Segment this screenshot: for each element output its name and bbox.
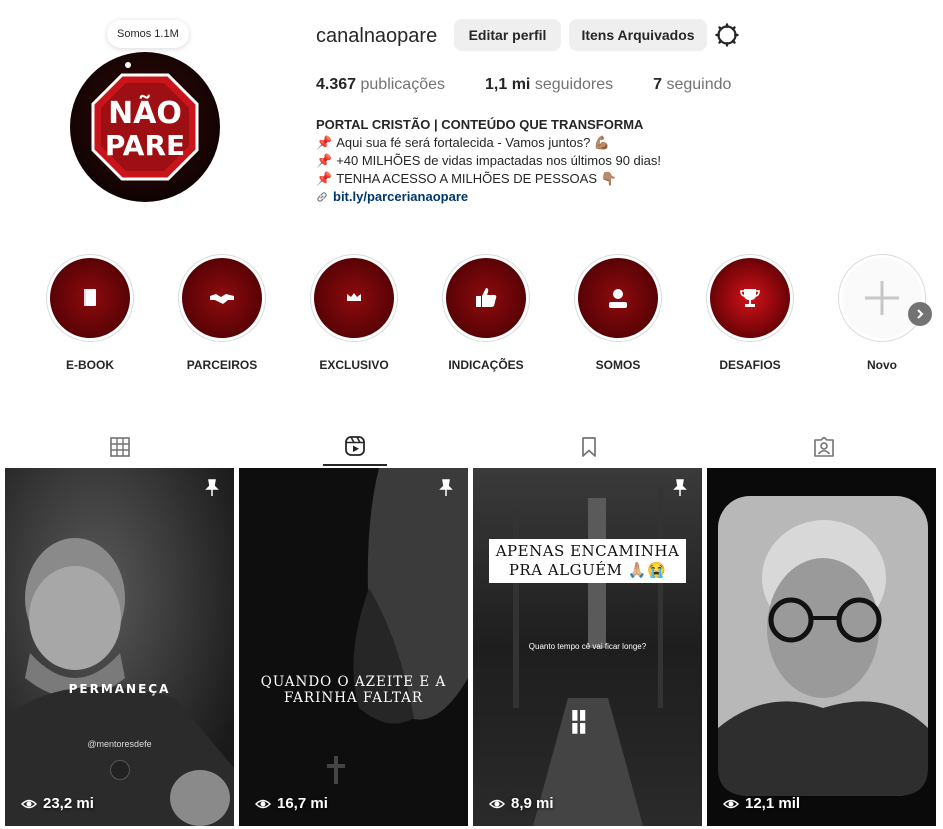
eye-icon xyxy=(255,799,271,808)
person-icon xyxy=(609,289,627,308)
highlight-label: INDICAÇÕES xyxy=(448,358,524,372)
nao-pare-logo-icon: NÃO PARE xyxy=(91,73,199,181)
posts-count: 4.367 publicações xyxy=(316,76,445,93)
reels-grid: PERMANEÇA @mentoresdefe 23,2 mi QUANDO O… xyxy=(5,468,936,826)
following-count[interactable]: 7 seguindo xyxy=(653,76,731,94)
profile-avatar[interactable]: NÃO PARE xyxy=(70,52,222,204)
pushpin-icon: 📌 xyxy=(316,153,333,168)
tab-tagged[interactable] xyxy=(792,428,856,466)
reels-icon xyxy=(345,436,365,456)
profile-display-name: PORTAL CRISTÃO | CONTEÚDO QUE TRANSFORMA xyxy=(316,117,644,132)
highlight-label: PARCEIROS xyxy=(186,358,258,372)
highlight-label: EXCLUSIVO xyxy=(319,358,389,372)
reel-caption: PERMANEÇA xyxy=(68,682,171,696)
reel-views: 23,2 mi xyxy=(21,795,94,812)
story-highlights: E-BOOK PARCEIROS EXCLUSIVO INDICAÇÕES SO… xyxy=(46,254,943,372)
bookmark-icon xyxy=(582,437,596,457)
book-icon xyxy=(84,289,96,306)
reel-thumbnail[interactable]: PERMANEÇA @mentoresdefe 23,2 mi xyxy=(5,468,234,826)
channel-watermark-icon: ▮▮ ▮▮ xyxy=(571,707,587,736)
profile-note[interactable]: Somos 1.1M xyxy=(107,20,189,48)
plus-icon xyxy=(865,281,899,315)
tab-saved[interactable] xyxy=(557,428,621,466)
pinned-icon xyxy=(205,479,219,496)
chevron-right-icon xyxy=(917,309,924,319)
logo-text-top: NÃO xyxy=(108,94,182,131)
profile-bio: PORTAL CRISTÃO | CONTEÚDO QUE TRANSFORMA… xyxy=(316,116,661,206)
note-bubble-tail xyxy=(125,62,131,68)
edit-profile-button[interactable]: Editar perfil xyxy=(454,19,561,51)
reel-thumbnail[interactable]: QUANDO O AZEITE E A FARINHA FALTAR 16,7 … xyxy=(239,468,468,826)
highlight-label: DESAFIOS xyxy=(719,358,781,372)
highlight-ebook[interactable]: E-BOOK xyxy=(46,254,134,372)
thumbs-up-icon xyxy=(476,288,497,307)
reel-caption: APENAS ENCAMINHA PRA ALGUÉM 🙏🏼😭 xyxy=(489,539,686,583)
pinned-icon xyxy=(673,479,687,496)
profile-username: canalnaopare xyxy=(316,25,438,47)
pushpin-icon: 📌 xyxy=(316,135,333,150)
highlight-indicacoes[interactable]: INDICAÇÕES xyxy=(442,254,530,372)
reel-views: 8,9 mi xyxy=(489,795,554,812)
highlight-somos[interactable]: SOMOS xyxy=(574,254,662,372)
highlight-label: SOMOS xyxy=(595,358,641,372)
reel-views: 16,7 mi xyxy=(255,795,328,812)
tab-posts[interactable] xyxy=(88,428,152,466)
reel-handle: @mentoresdefe xyxy=(87,739,152,749)
highlight-parceiros[interactable]: PARCEIROS xyxy=(178,254,266,372)
reel-preview-image xyxy=(707,468,936,826)
bio-link[interactable]: bit.ly/parcerianaopare xyxy=(316,188,661,206)
followers-count[interactable]: 1,1 mi seguidores xyxy=(485,76,613,94)
reel-views: 12,1 mil xyxy=(723,795,800,812)
reel-thumbnail[interactable]: 12,1 mil xyxy=(707,468,936,826)
highlight-exclusivo[interactable]: EXCLUSIVO xyxy=(310,254,398,372)
tab-reels[interactable] xyxy=(323,428,387,466)
highlight-label: E-BOOK xyxy=(66,358,114,372)
pushpin-icon: 📌 xyxy=(316,171,333,186)
crown-icon xyxy=(347,293,361,301)
pinned-icon xyxy=(439,479,453,496)
highlights-next-button[interactable] xyxy=(908,302,932,326)
grid-icon xyxy=(110,437,130,457)
reel-subcaption: Quanto tempo cê vai ficar longe? xyxy=(528,642,647,651)
gear-icon[interactable] xyxy=(715,23,739,47)
eye-icon xyxy=(489,799,505,808)
profile-tabs xyxy=(0,428,943,468)
channel-logo-icon xyxy=(110,760,130,780)
archived-items-button[interactable]: Itens Arquivados xyxy=(569,19,707,51)
reel-thumbnail[interactable]: APENAS ENCAMINHA PRA ALGUÉM 🙏🏼😭 Quanto t… xyxy=(473,468,702,826)
eye-icon xyxy=(21,799,37,808)
tagged-icon xyxy=(814,436,834,457)
reel-caption: QUANDO O AZEITE E A FARINHA FALTAR xyxy=(260,674,447,706)
trophy-icon xyxy=(740,289,760,307)
handshake-icon xyxy=(210,294,234,304)
bio-line: 📌 TENHA ACESSO A MILHÕES DE PESSOAS 👇🏽 xyxy=(316,171,617,186)
bio-line: 📌 Aqui sua fé será fortalecida - Vamos ju… xyxy=(316,135,611,150)
reel-preview-image xyxy=(239,468,468,826)
bio-line: 📌 +40 MILHÕES de vidas impactadas nos últ… xyxy=(316,153,661,168)
link-icon xyxy=(317,192,327,202)
profile-stats: 4.367 publicações 1,1 mi seguidores 7 se… xyxy=(316,76,771,94)
eye-icon xyxy=(723,799,739,808)
highlight-label: Novo xyxy=(867,358,897,372)
logo-text-bottom: PARE xyxy=(105,129,185,162)
highlight-desafios[interactable]: DESAFIOS xyxy=(706,254,794,372)
